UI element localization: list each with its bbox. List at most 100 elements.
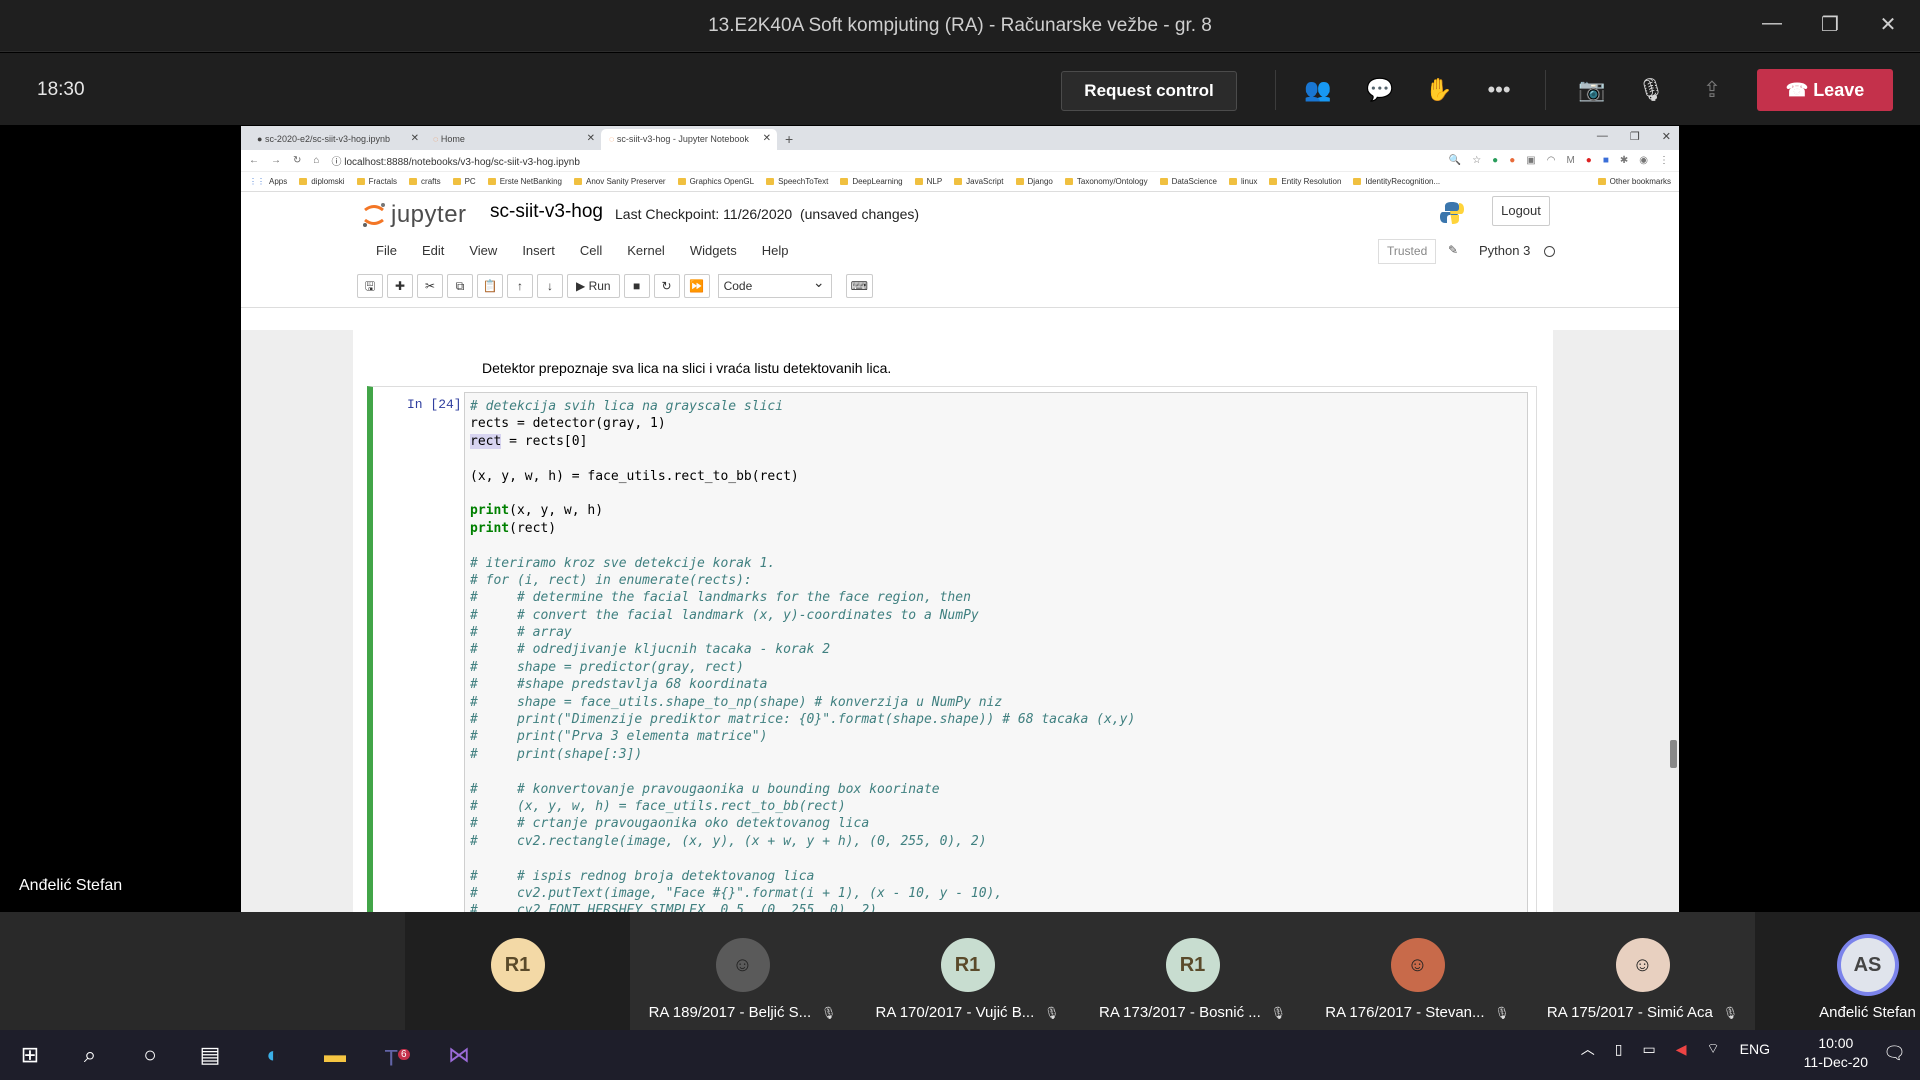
extension-icon[interactable]: ■	[1603, 155, 1609, 166]
cut-icon[interactable]: ✂	[417, 274, 443, 298]
cortana-icon[interactable]: ○	[133, 1038, 167, 1072]
raise-hand-icon[interactable]: ✋	[1424, 77, 1454, 103]
visual-studio-icon[interactable]: ⋈	[442, 1038, 476, 1072]
menu-cell[interactable]: Cell	[580, 243, 602, 258]
zoom-icon[interactable]: 🔍	[1449, 155, 1461, 166]
bookmark-item[interactable]: Django	[1015, 177, 1053, 186]
profile-icon[interactable]: ◉	[1639, 155, 1648, 166]
edge-icon[interactable]: ◐	[256, 1038, 290, 1072]
menu-kernel[interactable]: Kernel	[627, 243, 665, 258]
tab-close-icon[interactable]: ✕	[587, 133, 595, 144]
browser-tab[interactable]: ● sc-2020-e2/sc-siit-v3-hog.ipynb ✕	[249, 129, 425, 150]
insert-cell-icon[interactable]: ✚	[387, 274, 413, 298]
trusted-badge[interactable]: Trusted	[1378, 239, 1437, 264]
more-options-icon[interactable]: •••	[1484, 77, 1514, 103]
task-view-icon[interactable]: ▤	[193, 1038, 227, 1072]
extension-icon[interactable]: ●	[1586, 155, 1592, 166]
notebook-name[interactable]: sc-siit-v3-hog	[490, 201, 603, 223]
restart-icon[interactable]: ↻	[653, 274, 680, 298]
cell-type-select[interactable]: Code	[717, 271, 832, 298]
battery-icon[interactable]: ▭	[1642, 1041, 1655, 1058]
menu-help[interactable]: Help	[762, 243, 789, 258]
usb-icon[interactable]: ▯	[1615, 1041, 1623, 1058]
bookmark-item[interactable]: JavaScript	[954, 177, 1004, 186]
restore-icon[interactable]: ❐	[1630, 130, 1640, 143]
forward-icon[interactable]: →	[271, 155, 281, 166]
close-icon[interactable]: ✕	[1662, 130, 1671, 143]
bookmark-item[interactable]: Erste NetBanking	[487, 177, 562, 186]
kebab-menu-icon[interactable]: ⋮	[1659, 155, 1669, 166]
notification-icon[interactable]: 🗨	[1883, 1043, 1906, 1064]
tab-close-icon[interactable]: ✕	[763, 133, 771, 144]
extension-icon[interactable]: ◠	[1547, 155, 1556, 166]
windows-start-icon[interactable]: ⊞	[13, 1038, 47, 1072]
wifi-icon[interactable]: ⌔	[1706, 1040, 1719, 1058]
bookmark-item[interactable]: NLP	[914, 177, 942, 186]
participant-tile[interactable]: AS Anđelić Stefan	[1755, 912, 1920, 1030]
request-control-button[interactable]: Request control	[1061, 71, 1237, 111]
logout-button[interactable]: Logout	[1492, 196, 1550, 226]
bookmark-item[interactable]: DataScience	[1159, 177, 1217, 186]
code-cell[interactable]: In [24]: # detekcija svih lica na graysc…	[367, 386, 1537, 912]
extension-icon[interactable]: ●	[1509, 155, 1515, 166]
extension-icon[interactable]: M	[1566, 155, 1574, 166]
participant-tile[interactable]: R1 RA 170/2017 - Vujić B... 🎙	[855, 912, 1080, 1030]
camera-off-icon[interactable]: 📷	[1577, 77, 1607, 103]
url-field[interactable]: ⓘ localhost:8888/notebooks/v3-hog/sc-sii…	[331, 153, 579, 168]
volume-icon[interactable]: ◀	[1676, 1041, 1687, 1058]
stop-icon[interactable]: ■	[623, 274, 650, 298]
bookmark-item[interactable]: linux	[1228, 177, 1257, 186]
extension-icon[interactable]: ●	[1492, 155, 1498, 166]
fast-forward-icon[interactable]: ⏩	[683, 274, 710, 298]
minimize-icon[interactable]: —	[1597, 130, 1608, 143]
bookmark-item[interactable]: ⋮⋮ Apps	[249, 177, 287, 186]
restore-icon[interactable]: ❐	[1818, 12, 1842, 37]
menu-insert[interactable]: Insert	[522, 243, 555, 258]
file-explorer-icon[interactable]: ▬	[318, 1038, 352, 1072]
star-icon[interactable]: ☆	[1472, 155, 1481, 166]
new-tab-icon[interactable]: +	[777, 131, 801, 150]
browser-tab[interactable]: ◌ Home ✕	[425, 129, 601, 150]
extension-icon[interactable]: ▣	[1526, 155, 1535, 166]
search-icon[interactable]: ⌕	[73, 1038, 107, 1072]
bookmark-item[interactable]: crafts	[409, 177, 441, 186]
bookmark-item[interactable]: SpeechToText	[766, 177, 828, 186]
participant-tile[interactable]: ☺ RA 189/2017 - Beljić S... 🎙	[630, 912, 855, 1030]
back-icon[interactable]: ←	[249, 155, 259, 166]
scrollbar-thumb[interactable]	[1670, 740, 1677, 768]
chat-icon[interactable]: 💬	[1365, 77, 1395, 103]
code-editor[interactable]: # detekcija svih lica na grayscale slici…	[464, 392, 1528, 912]
puzzle-icon[interactable]: ✱	[1620, 155, 1628, 166]
paste-icon[interactable]: 📋	[477, 274, 503, 298]
copy-icon[interactable]: ⧉	[447, 274, 473, 298]
notebook-scrollbar[interactable]	[1669, 330, 1677, 912]
tab-close-icon[interactable]: ✕	[411, 133, 419, 144]
bookmark-item[interactable]: Graphics OpenGL	[677, 177, 754, 186]
language-indicator[interactable]: ENG	[1740, 1041, 1770, 1057]
bookmark-item[interactable]: Entity Resolution	[1269, 177, 1341, 186]
participant-tile[interactable]: ☺ RA 175/2017 - Simić Aca 🎙	[1530, 912, 1755, 1030]
chevron-up-icon[interactable]: ︿	[1581, 1039, 1595, 1059]
menu-view[interactable]: View	[469, 243, 497, 258]
bookmark-item[interactable]: IdentityRecognition...	[1353, 177, 1440, 186]
leave-button[interactable]: ☎ Leave	[1757, 69, 1893, 111]
jupyter-logo[interactable]: jupyter	[361, 201, 467, 229]
bookmark-item[interactable]: Fractals	[356, 177, 397, 186]
participants-icon[interactable]: 👥	[1303, 77, 1333, 103]
reload-icon[interactable]: ↻	[293, 155, 301, 166]
participant-tile[interactable]: R1 RA 173/2017 - Bosnić ... 🎙	[1080, 912, 1305, 1030]
save-icon[interactable]: 🖫	[357, 274, 383, 298]
minimize-icon[interactable]: —	[1760, 12, 1784, 37]
move-down-icon[interactable]: ↓	[537, 274, 563, 298]
browser-tab-active[interactable]: ◌ sc-siit-v3-hog - Jupyter Notebook ✕	[601, 129, 777, 150]
bookmark-item[interactable]: Taxonomy/Ontology	[1064, 177, 1148, 186]
keyboard-icon[interactable]: ⌨	[845, 274, 873, 298]
share-screen-icon[interactable]: ⇪	[1697, 77, 1727, 103]
edit-pencil-icon[interactable]: ✎	[1448, 243, 1458, 257]
other-bookmarks[interactable]: Other bookmarks	[1591, 177, 1671, 186]
participant-tile[interactable]: ☺ RA 176/2017 - Stevan... 🎙	[1305, 912, 1530, 1030]
bookmark-item[interactable]: DeepLearning	[840, 177, 903, 186]
home-icon[interactable]: ⌂	[313, 155, 319, 166]
bookmark-item[interactable]: Anov Sanity Preserver	[573, 177, 666, 186]
participant-tile[interactable]: R1	[405, 912, 630, 1030]
